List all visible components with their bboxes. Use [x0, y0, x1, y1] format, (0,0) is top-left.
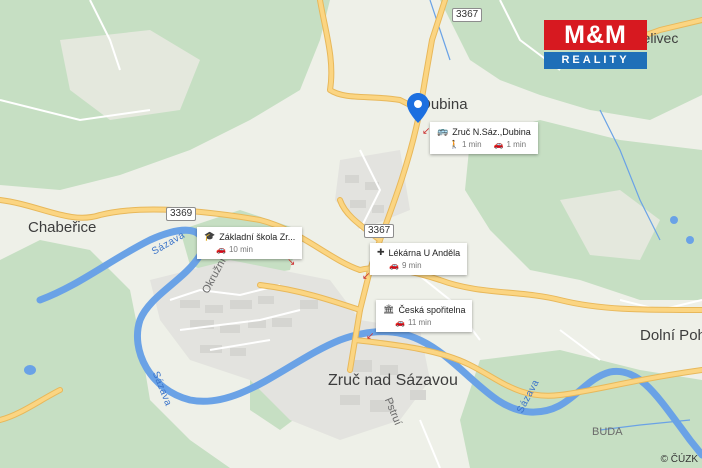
- poi-name: Zruč N.Sáz.,Dubina: [452, 126, 531, 137]
- walking-icon: 🚶: [449, 140, 459, 149]
- poi-card-pharmacy[interactable]: ✚ Lékárna U Anděla 🚗 9 min: [370, 243, 468, 275]
- poi-card-school[interactable]: 🎓 Základní škola Zr... 🚗 10 min: [197, 227, 303, 259]
- poi-card-bank[interactable]: 🏛 Česká spořitelna 🚗 11 min: [376, 300, 473, 332]
- place-label-chaberice: Chabeřice: [28, 219, 97, 236]
- map-canvas[interactable]: Chabeřice Dubina Zruč nad Sázavou Dolní …: [0, 0, 702, 468]
- poi-card-bus-stop[interactable]: 🚌 Zruč N.Sáz.,Dubina 🚶 1 min 🚗 1 min: [430, 122, 538, 154]
- poi-arrow-pharmacy: ↙: [362, 271, 371, 282]
- map-background: [0, 0, 702, 468]
- road-shield-3367-center: 3367: [364, 224, 395, 238]
- place-label-dolni-poh: Dolní Poh: [640, 327, 702, 344]
- poi-arrow-school: ↘: [287, 257, 296, 268]
- drive-time: 10 min: [228, 245, 253, 254]
- pharmacy-icon: ✚: [377, 247, 385, 257]
- poi-name: Lékárna U Anděla: [388, 247, 461, 258]
- mm-reality-logo: M&M REALITY: [544, 20, 647, 69]
- bank-icon: 🏛: [383, 304, 395, 314]
- drive-time: 11 min: [407, 318, 432, 327]
- walk-time: 1 min: [461, 140, 482, 149]
- road-shield-3367-north: 3367: [452, 8, 483, 22]
- logo-tagline: REALITY: [544, 52, 647, 69]
- drive-time: 9 min: [401, 261, 422, 270]
- poi-arrow-bus-stop: ↙: [422, 126, 431, 137]
- bus-icon: 🚌: [437, 126, 449, 136]
- location-pin-icon[interactable]: [407, 93, 429, 123]
- poi-name: Základní škola Zr...: [219, 231, 296, 242]
- logo-brand: M&M: [544, 20, 647, 50]
- car-icon: 🚗: [493, 140, 504, 149]
- car-icon: 🚗: [216, 245, 226, 254]
- road-shield-3369: 3369: [166, 207, 197, 221]
- car-icon: 🚗: [389, 261, 399, 270]
- street-label-buda: BUDA: [592, 426, 623, 438]
- poi-arrow-bank: ↙: [366, 331, 375, 342]
- map-copyright: © ČÚZK: [660, 454, 698, 465]
- poi-name: Česká spořitelna: [398, 304, 466, 315]
- car-icon: 🚗: [395, 318, 405, 327]
- place-label-zruc-nad-sazavou: Zruč nad Sázavou: [328, 372, 458, 389]
- drive-time: 1 min: [506, 140, 527, 149]
- school-icon: 🎓: [204, 231, 216, 241]
